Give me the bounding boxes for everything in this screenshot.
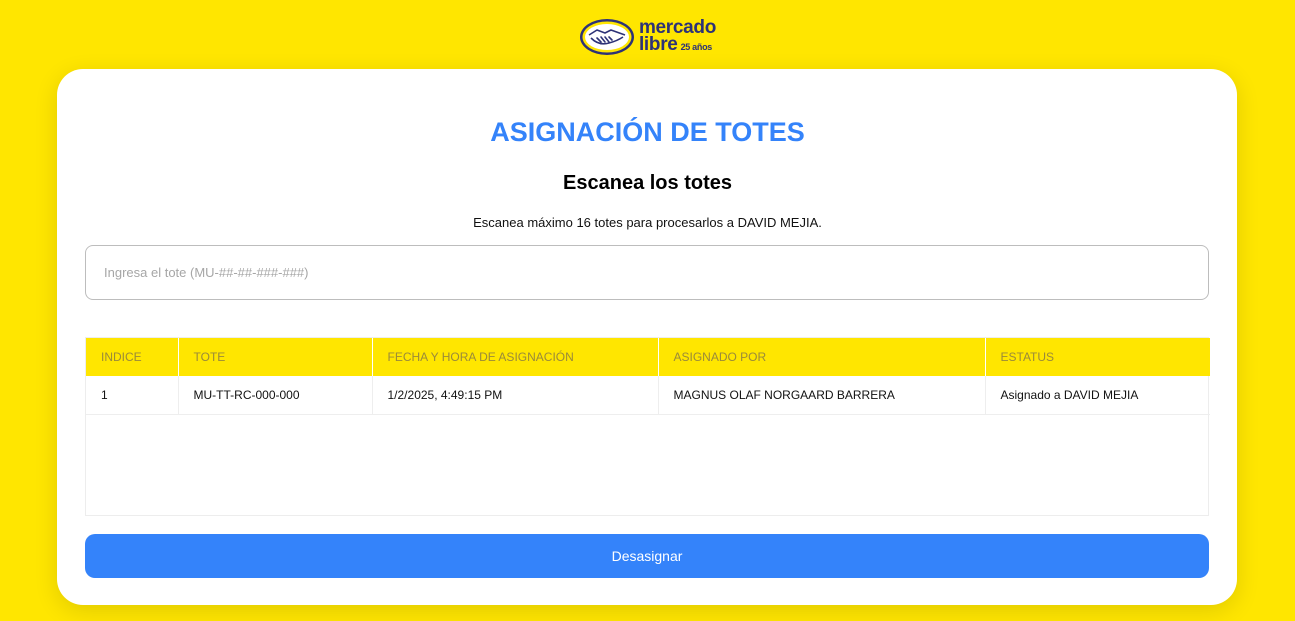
totes-table-container: INDICE TOTE FECHA Y HORA DE ASIGNACIÓN A… bbox=[85, 337, 1210, 516]
logo-word-libre: libre bbox=[638, 33, 678, 55]
table-row: 1 MU-TT-RC-000-000 1/2/2025, 4:49:15 PM … bbox=[86, 376, 1210, 415]
cell-tote: MU-TT-RC-000-000 bbox=[178, 376, 373, 415]
scan-instructions: Escanea máximo 16 totes para procesarlos… bbox=[473, 215, 822, 230]
cell-indice: 1 bbox=[86, 376, 179, 415]
totes-table: INDICE TOTE FECHA Y HORA DE ASIGNACIÓN A… bbox=[86, 338, 1210, 415]
logo-wordmark: mercado libre 25 años bbox=[638, 16, 717, 56]
logo-word-mercado: mercado bbox=[638, 16, 717, 38]
tote-input[interactable] bbox=[85, 245, 1209, 300]
logo-anniversary: 25 años bbox=[680, 41, 713, 52]
column-header-fecha: FECHA Y HORA DE ASIGNACIÓN bbox=[372, 338, 659, 376]
column-header-asignado-por: ASIGNADO POR bbox=[658, 338, 986, 376]
unassign-button[interactable]: Desasignar bbox=[85, 534, 1209, 578]
handshake-icon bbox=[579, 19, 634, 55]
cell-fecha: 1/2/2025, 4:49:15 PM bbox=[372, 376, 659, 415]
column-header-tote: TOTE bbox=[178, 338, 373, 376]
page-title: ASIGNACIÓN DE TOTES bbox=[490, 117, 805, 147]
logo-word-libre-row: libre 25 años bbox=[638, 33, 716, 56]
cell-estatus: Asignado a DAVID MEJIA bbox=[985, 376, 1210, 415]
column-header-indice: INDICE bbox=[86, 338, 179, 376]
mercado-libre-logo: mercado libre 25 años bbox=[579, 18, 716, 56]
column-header-estatus: ESTATUS bbox=[985, 338, 1210, 376]
header: mercado libre 25 años bbox=[0, 14, 1295, 60]
table-header-row: INDICE TOTE FECHA Y HORA DE ASIGNACIÓN A… bbox=[86, 338, 1210, 376]
page-subtitle: Escanea los totes bbox=[563, 172, 732, 194]
cell-asignado-por: MAGNUS OLAF NORGAARD BARRERA bbox=[658, 376, 986, 415]
